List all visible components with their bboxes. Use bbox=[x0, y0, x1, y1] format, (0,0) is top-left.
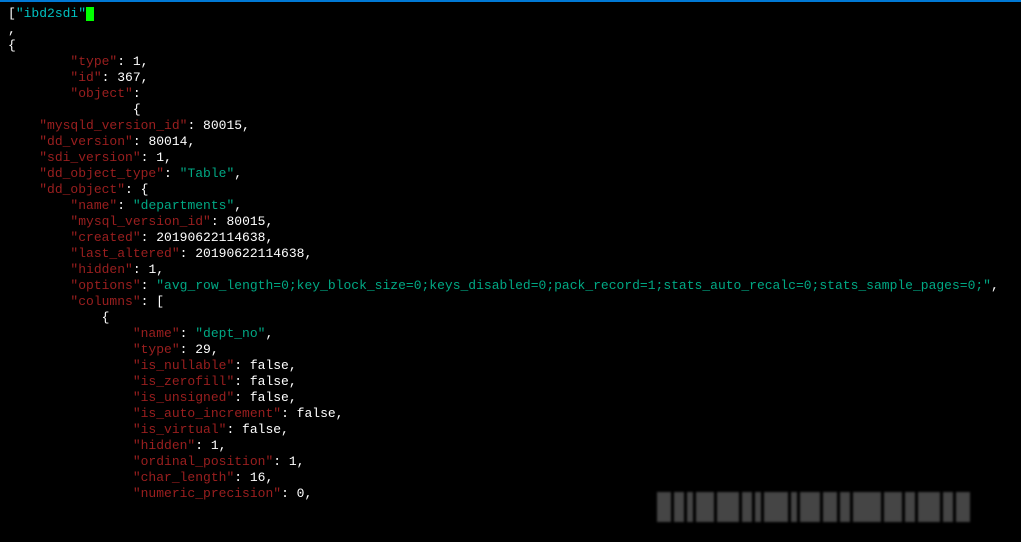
terminal-line: "type": 1, bbox=[8, 54, 1017, 70]
terminal-line: , bbox=[8, 22, 1017, 38]
terminal-line: "hidden": 1, bbox=[8, 262, 1017, 278]
terminal-line: "char_length": 16, bbox=[8, 470, 1017, 486]
watermark-block bbox=[696, 492, 714, 522]
terminal-line: "mysql_version_id": 80015, bbox=[8, 214, 1017, 230]
watermark-block bbox=[791, 492, 797, 522]
terminal-line: { bbox=[8, 310, 1017, 326]
watermark-overlay bbox=[657, 492, 997, 522]
terminal-line: "columns": [ bbox=[8, 294, 1017, 310]
watermark-block bbox=[918, 492, 940, 522]
watermark-block bbox=[657, 492, 671, 522]
watermark-block bbox=[853, 492, 881, 522]
terminal-line: "is_virtual": false, bbox=[8, 422, 1017, 438]
terminal-line: "hidden": 1, bbox=[8, 438, 1017, 454]
terminal-line: "object": bbox=[8, 86, 1017, 102]
terminal-line: "is_auto_increment": false, bbox=[8, 406, 1017, 422]
terminal-line: "dd_object": { bbox=[8, 182, 1017, 198]
terminal-line: "is_nullable": false, bbox=[8, 358, 1017, 374]
watermark-block bbox=[687, 492, 693, 522]
watermark-block bbox=[840, 492, 850, 522]
watermark-block bbox=[755, 492, 761, 522]
terminal-cursor bbox=[86, 7, 94, 21]
watermark-block bbox=[674, 492, 684, 522]
terminal-line: "dd_object_type": "Table", bbox=[8, 166, 1017, 182]
terminal-window[interactable]: ["ibd2sdi",{ "type": 1, "id": 367, "obje… bbox=[0, 0, 1021, 542]
terminal-line: { bbox=[8, 38, 1017, 54]
terminal-line: "is_unsigned": false, bbox=[8, 390, 1017, 406]
terminal-line: "options": "avg_row_length=0;key_block_s… bbox=[8, 278, 1017, 294]
terminal-line: "name": "departments", bbox=[8, 198, 1017, 214]
watermark-block bbox=[800, 492, 820, 522]
watermark-block bbox=[884, 492, 902, 522]
terminal-line: "last_altered": 20190622114638, bbox=[8, 246, 1017, 262]
terminal-line: "type": 29, bbox=[8, 342, 1017, 358]
terminal-line: { bbox=[8, 102, 1017, 118]
terminal-line: "ordinal_position": 1, bbox=[8, 454, 1017, 470]
watermark-block bbox=[905, 492, 915, 522]
watermark-block bbox=[956, 492, 970, 522]
watermark-block bbox=[943, 492, 953, 522]
watermark-block bbox=[823, 492, 837, 522]
watermark-block bbox=[764, 492, 788, 522]
terminal-line: ["ibd2sdi" bbox=[8, 6, 1017, 22]
terminal-line: "sdi_version": 1, bbox=[8, 150, 1017, 166]
terminal-line: "created": 20190622114638, bbox=[8, 230, 1017, 246]
watermark-block bbox=[742, 492, 752, 522]
terminal-line: "dd_version": 80014, bbox=[8, 134, 1017, 150]
terminal-output: ["ibd2sdi",{ "type": 1, "id": 367, "obje… bbox=[0, 2, 1021, 506]
watermark-block bbox=[717, 492, 739, 522]
terminal-line: "id": 367, bbox=[8, 70, 1017, 86]
terminal-line: "mysqld_version_id": 80015, bbox=[8, 118, 1017, 134]
terminal-line: "is_zerofill": false, bbox=[8, 374, 1017, 390]
terminal-line: "name": "dept_no", bbox=[8, 326, 1017, 342]
